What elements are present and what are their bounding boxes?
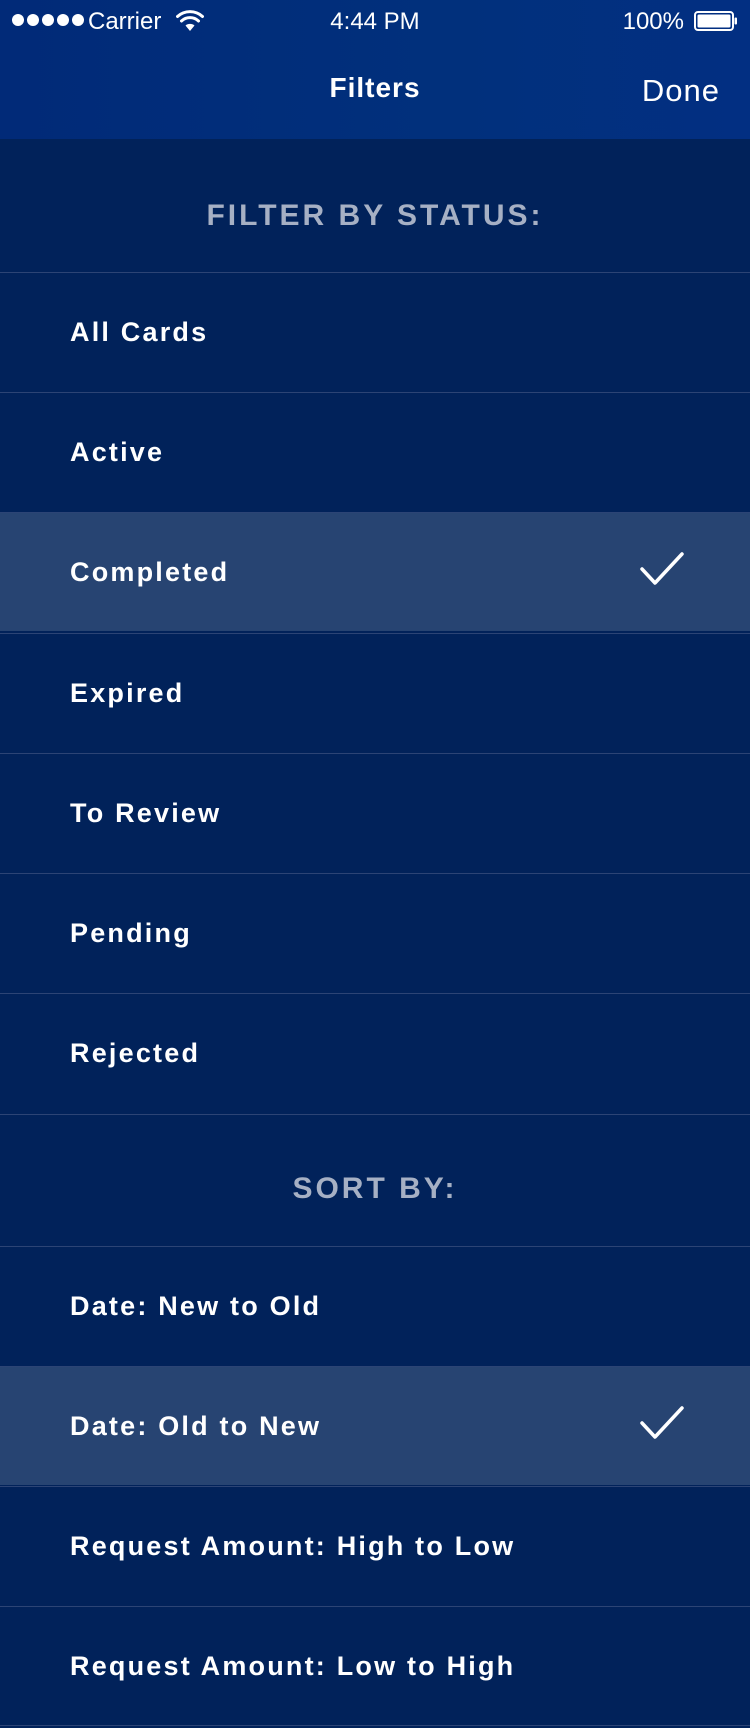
sort-option-label: Date: Old to New [70, 1411, 322, 1441]
battery-percentage: 100% [622, 8, 684, 35]
filter-option-label: All Cards [70, 317, 209, 347]
filter-option-pending[interactable]: Pending [0, 873, 750, 992]
page-title: Filters [329, 72, 421, 103]
filter-option-rejected[interactable]: Rejected [0, 993, 750, 1112]
filter-option-label: Active [70, 437, 165, 467]
filter-option-to-review[interactable]: To Review [0, 753, 750, 872]
sort-option-amount-high-to-low[interactable]: Request Amount: High to Low [0, 1486, 750, 1605]
filter-option-label: Expired [70, 678, 185, 708]
filter-option-expired[interactable]: Expired [0, 633, 750, 752]
filter-option-active[interactable]: Active [0, 392, 750, 511]
filters-screen: Carrier 4:44 PM 100% Filters Done FILTER… [0, 0, 750, 1728]
filter-option-label: To Review [70, 798, 222, 828]
battery-icon [694, 11, 737, 31]
filter-option-completed[interactable]: Completed [0, 512, 750, 631]
sort-option-label: Date: New to Old [70, 1291, 322, 1321]
sort-by-header: SORT BY: [292, 1172, 458, 1205]
sort-option-label: Request Amount: Low to High [70, 1651, 516, 1681]
section-divider [0, 1725, 750, 1726]
filter-option-label: Rejected [70, 1038, 201, 1068]
filter-option-all-cards[interactable]: All Cards [0, 272, 750, 391]
sort-option-date-old-to-new[interactable]: Date: Old to New [0, 1366, 750, 1485]
filter-option-label: Pending [70, 918, 192, 948]
section-divider [0, 1114, 750, 1115]
filter-option-label: Completed [70, 557, 230, 587]
checkmark-icon [640, 1406, 684, 1439]
sort-option-date-new-to-old[interactable]: Date: New to Old [0, 1246, 750, 1365]
checkmark-icon [640, 552, 684, 585]
status-bar: Carrier 4:44 PM 100% [0, 0, 750, 44]
filter-by-status-header: FILTER BY STATUS: [206, 199, 544, 232]
sort-option-label: Request Amount: High to Low [70, 1531, 516, 1561]
done-button[interactable]: Done [642, 72, 720, 110]
sort-option-amount-low-to-high[interactable]: Request Amount: Low to High [0, 1606, 750, 1725]
top-bar: Carrier 4:44 PM 100% Filters Done [0, 0, 750, 139]
